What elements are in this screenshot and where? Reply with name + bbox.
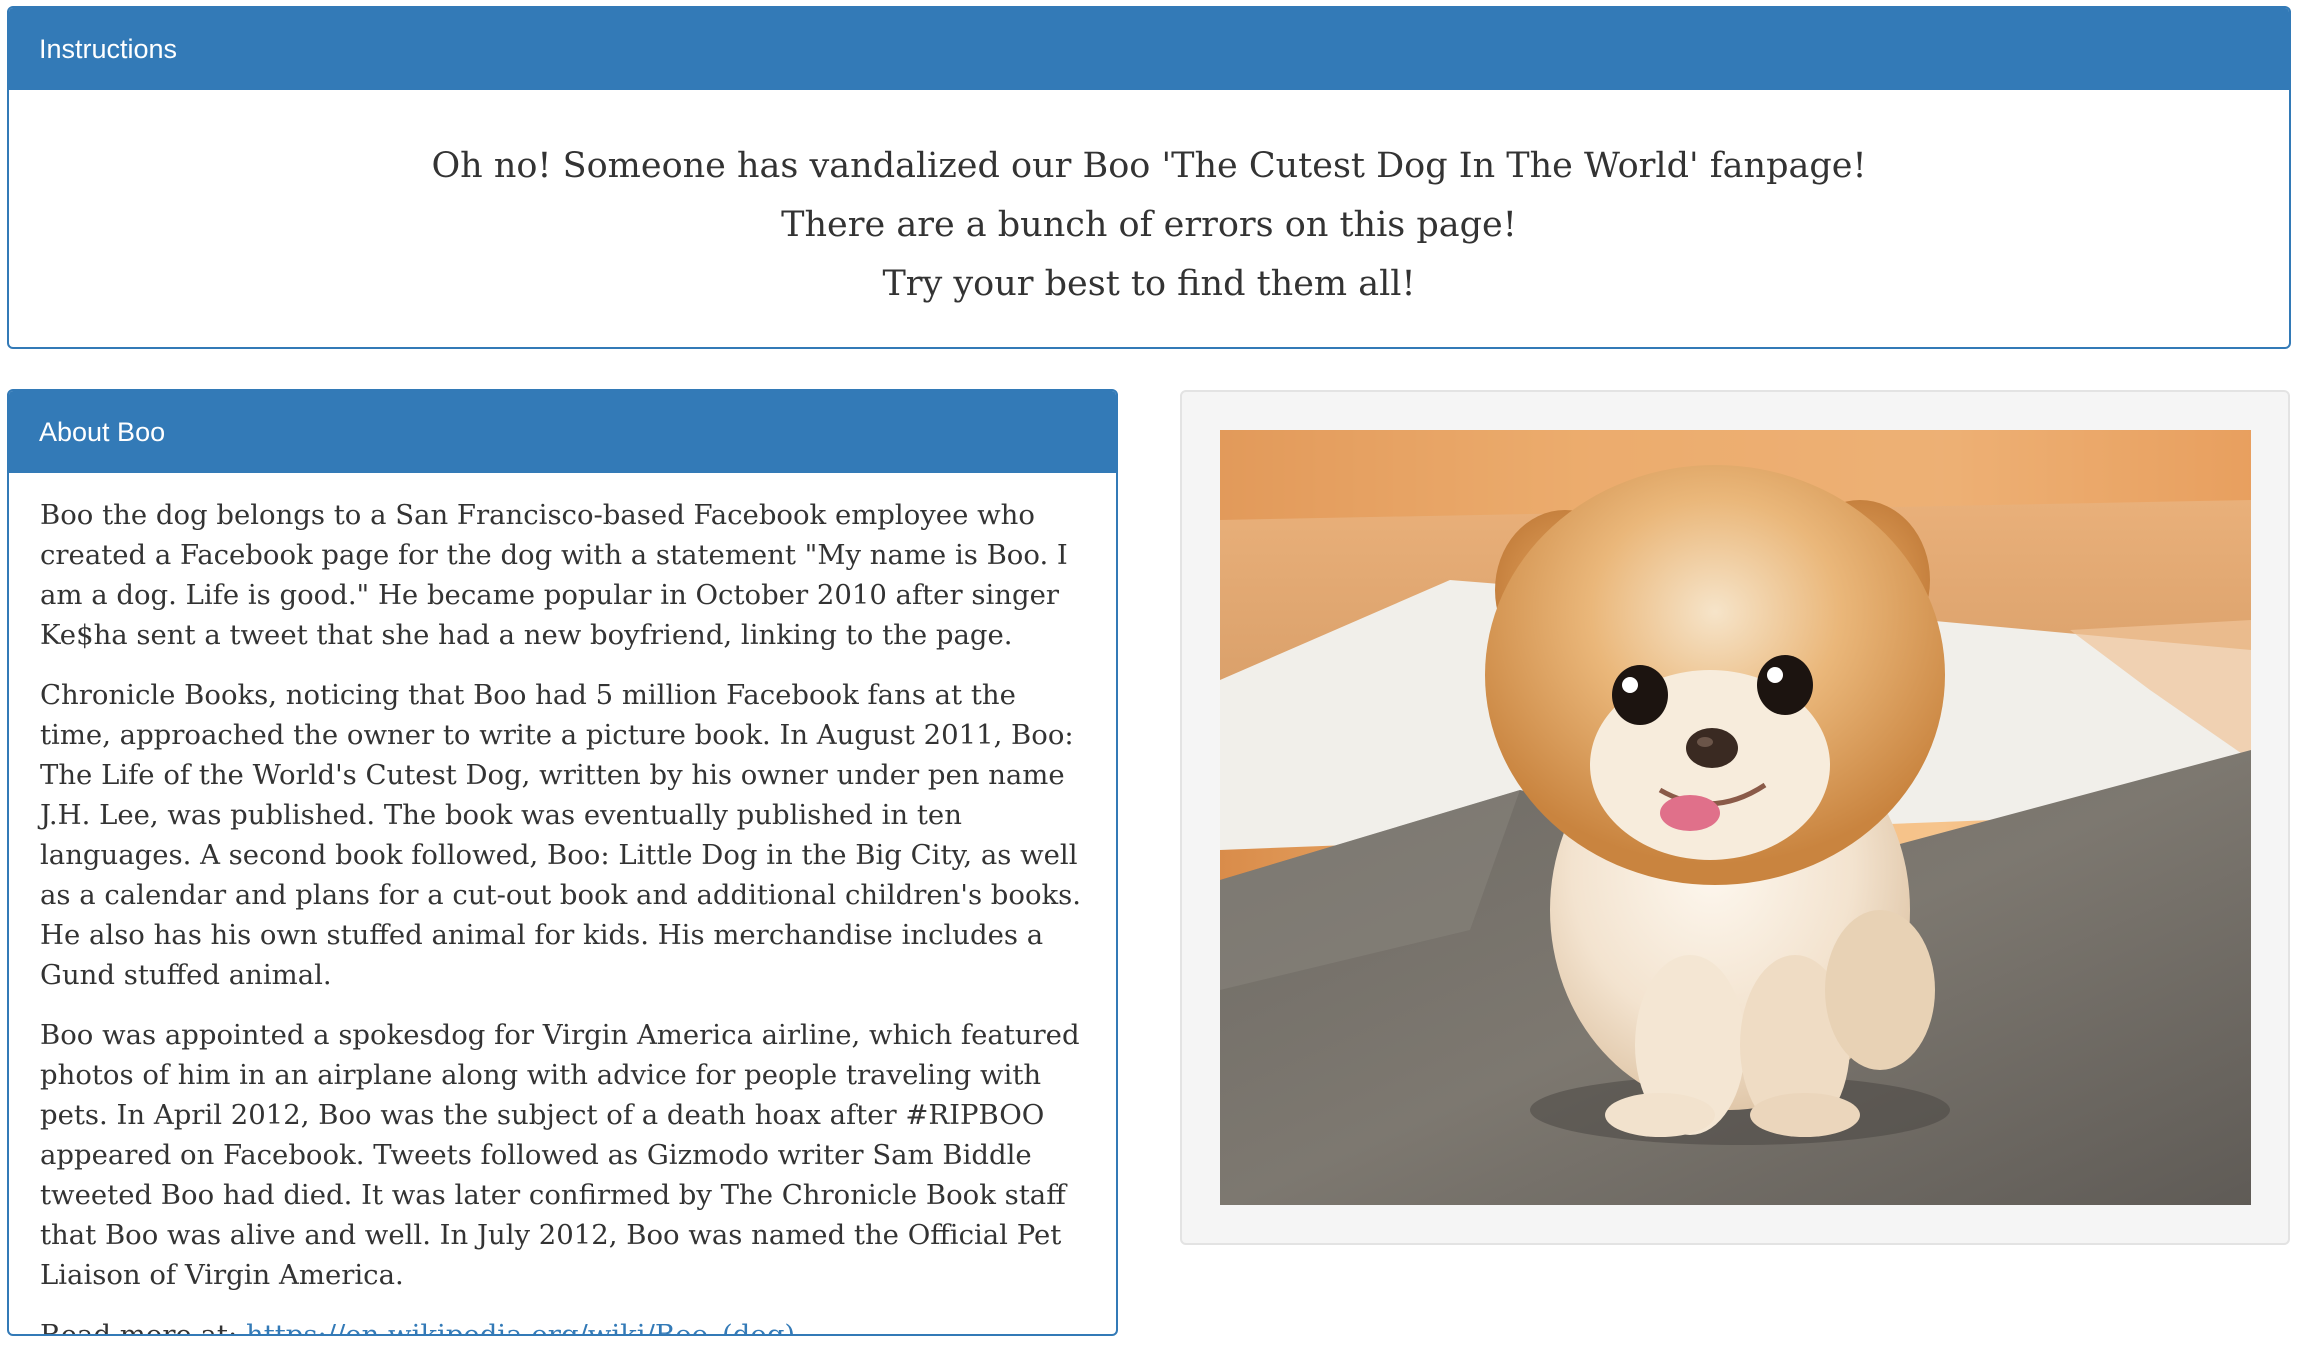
read-more: Read more at: https://en.wikipedia.org/w… bbox=[40, 1315, 1090, 1336]
wikipedia-link[interactable]: https://en.wikipedia.org/wiki/Boo_(dog) bbox=[246, 1319, 795, 1334]
instructions-body: Oh no! Someone has vandalized our Boo 'T… bbox=[9, 90, 2289, 314]
instructions-panel: Instructions Oh no! Someone has vandaliz… bbox=[7, 6, 2291, 349]
instructions-line: Try your best to find them all! bbox=[882, 264, 1416, 304]
instructions-line: Oh no! Someone has vandalized our Boo 'T… bbox=[431, 146, 1867, 186]
about-heading: About Boo bbox=[9, 391, 1116, 473]
about-paragraph: Chronicle Books, noticing that Boo had 5… bbox=[40, 679, 1082, 991]
about-panel: About Boo Boo the dog belongs to a San F… bbox=[7, 389, 1118, 1336]
image-well bbox=[1180, 390, 2290, 1245]
read-more-label: Read more at: bbox=[40, 1319, 238, 1336]
dog-photo bbox=[1220, 430, 2251, 1205]
about-paragraph: Boo was appointed a spokesdog for Virgin… bbox=[40, 1019, 1080, 1291]
about-body: Boo the dog belongs to a San Francisco-b… bbox=[9, 473, 1116, 1336]
instructions-line: There are a bunch of errors on this page… bbox=[781, 205, 1517, 245]
instructions-heading: Instructions bbox=[9, 8, 2289, 90]
about-paragraph: Boo the dog belongs to a San Francisco-b… bbox=[40, 499, 1068, 651]
